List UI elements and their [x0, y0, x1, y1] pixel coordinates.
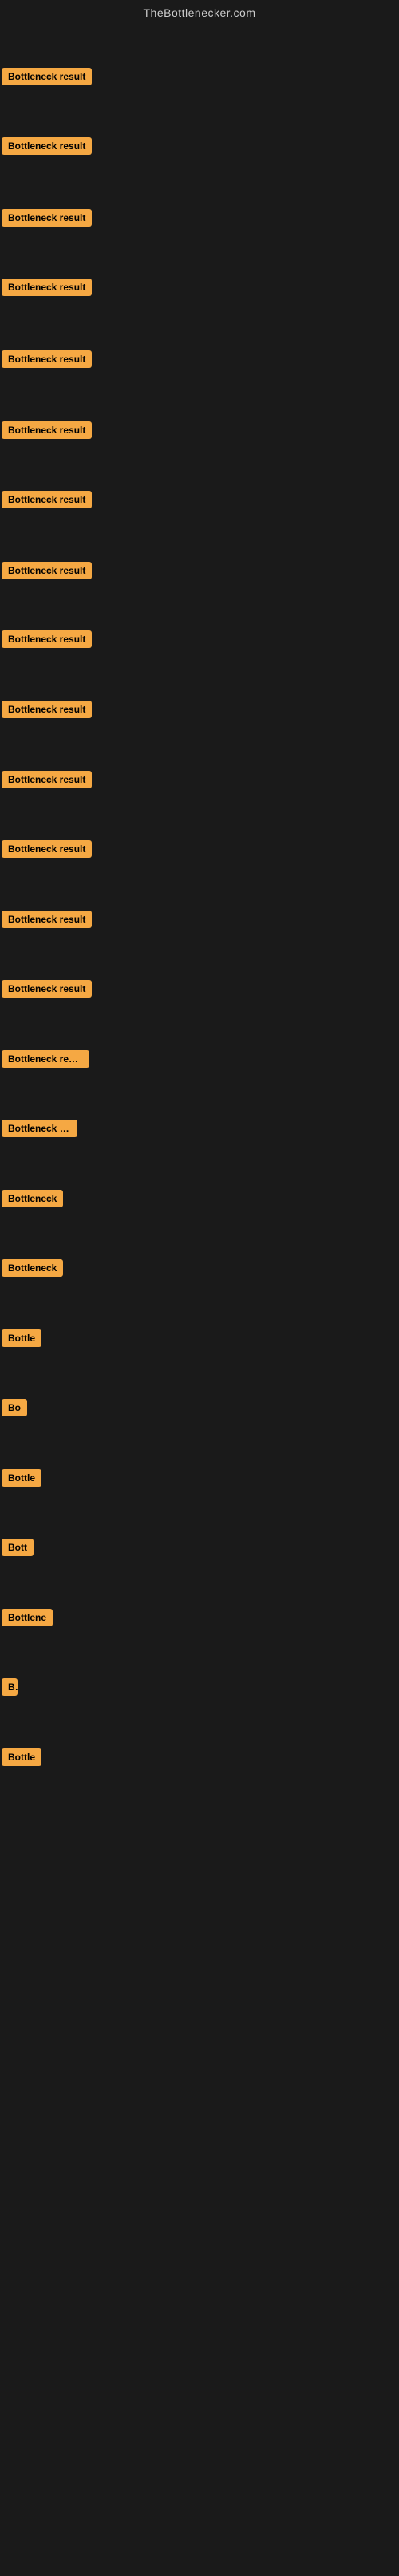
bottleneck-badge-12[interactable]: Bottleneck result — [2, 840, 92, 858]
bottleneck-badge-7[interactable]: Bottleneck result — [2, 491, 92, 508]
bottleneck-badge-13[interactable]: Bottleneck result — [2, 911, 92, 928]
bottleneck-badge-container-15: Bottleneck result — [2, 1050, 89, 1072]
bottleneck-badge-container-17: Bottleneck — [2, 1190, 63, 1211]
bottleneck-badge-container-16: Bottleneck result — [2, 1120, 77, 1141]
bottleneck-badge-container-10: Bottleneck result — [2, 701, 92, 722]
bottleneck-badge-17[interactable]: Bottleneck — [2, 1190, 63, 1207]
bottleneck-badge-21[interactable]: Bottle — [2, 1469, 41, 1487]
bottleneck-badge-container-4: Bottleneck result — [2, 279, 92, 300]
bottleneck-badge-19[interactable]: Bottle — [2, 1329, 41, 1347]
bottleneck-badge-14[interactable]: Bottleneck result — [2, 980, 92, 998]
bottleneck-badge-2[interactable]: Bottleneck result — [2, 137, 92, 155]
bottleneck-badge-container-9: Bottleneck result — [2, 630, 92, 652]
site-title: TheBottlenecker.com — [0, 0, 399, 22]
bottleneck-badge-8[interactable]: Bottleneck result — [2, 562, 92, 579]
bottleneck-badge-container-13: Bottleneck result — [2, 911, 92, 932]
bottleneck-badge-container-6: Bottleneck result — [2, 421, 92, 443]
bottleneck-badge-container-23: Bottlene — [2, 1609, 53, 1630]
bottleneck-badge-container-21: Bottle — [2, 1469, 41, 1491]
bottleneck-badge-1[interactable]: Bottleneck result — [2, 68, 92, 85]
bottleneck-badge-25[interactable]: Bottle — [2, 1748, 41, 1766]
bottleneck-badge-18[interactable]: Bottleneck — [2, 1259, 63, 1277]
bottleneck-badge-10[interactable]: Bottleneck result — [2, 701, 92, 718]
bottleneck-badge-container-11: Bottleneck result — [2, 771, 92, 792]
bottleneck-badge-container-25: Bottle — [2, 1748, 41, 1770]
bottleneck-badge-23[interactable]: Bottlene — [2, 1609, 53, 1626]
bottleneck-badge-container-8: Bottleneck result — [2, 562, 92, 583]
bottleneck-badge-24[interactable]: B — [2, 1678, 18, 1696]
bottleneck-badge-15[interactable]: Bottleneck result — [2, 1050, 89, 1068]
bottleneck-badge-container-22: Bott — [2, 1539, 34, 1560]
bottleneck-badge-3[interactable]: Bottleneck result — [2, 209, 92, 227]
bottleneck-badge-5[interactable]: Bottleneck result — [2, 350, 92, 368]
bottleneck-badge-container-7: Bottleneck result — [2, 491, 92, 512]
bottleneck-badge-container-24: B — [2, 1678, 18, 1700]
bottleneck-badge-container-1: Bottleneck result — [2, 68, 92, 89]
bottleneck-badge-container-20: Bo — [2, 1399, 27, 1420]
bottleneck-badge-16[interactable]: Bottleneck result — [2, 1120, 77, 1137]
bottleneck-badge-container-14: Bottleneck result — [2, 980, 92, 1002]
bottleneck-badge-container-3: Bottleneck result — [2, 209, 92, 231]
bottleneck-badge-container-2: Bottleneck result — [2, 137, 92, 159]
bottleneck-badge-container-12: Bottleneck result — [2, 840, 92, 862]
bottleneck-badge-container-18: Bottleneck — [2, 1259, 63, 1281]
bottleneck-badge-20[interactable]: Bo — [2, 1399, 27, 1416]
bottleneck-badge-container-19: Bottle — [2, 1329, 41, 1351]
bottleneck-badge-22[interactable]: Bott — [2, 1539, 34, 1556]
bottleneck-badge-11[interactable]: Bottleneck result — [2, 771, 92, 788]
bottleneck-badge-9[interactable]: Bottleneck result — [2, 630, 92, 648]
bottleneck-badge-4[interactable]: Bottleneck result — [2, 279, 92, 296]
bottleneck-badge-container-5: Bottleneck result — [2, 350, 92, 372]
bottleneck-badge-6[interactable]: Bottleneck result — [2, 421, 92, 439]
